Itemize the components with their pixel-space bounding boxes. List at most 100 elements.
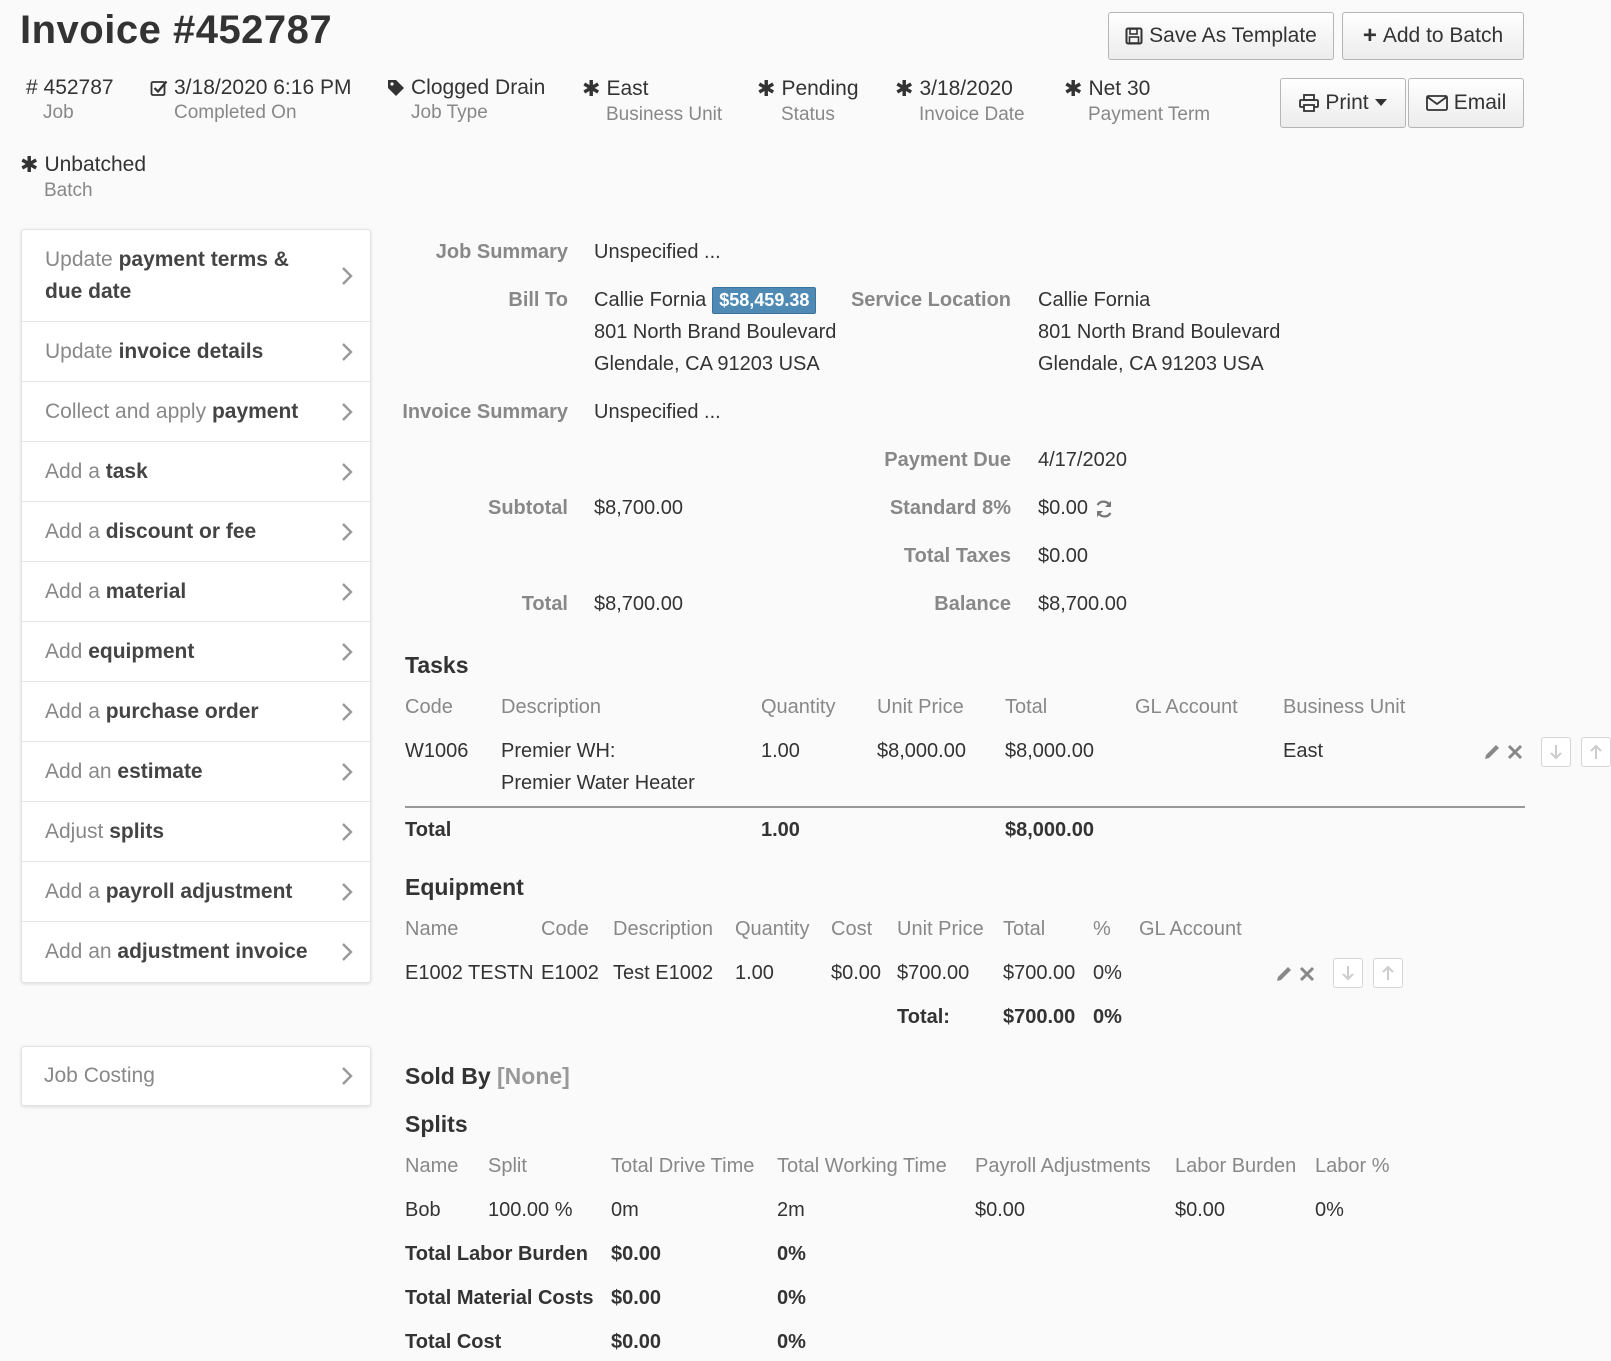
arrow-up-icon <box>1590 744 1602 759</box>
chevron-right-icon <box>342 943 353 961</box>
bill-to-name[interactable]: Callie Fornia <box>594 289 706 311</box>
asterisk-icon: ✱ <box>757 76 776 101</box>
bill-to-name-row: Callie Fornia $58,459.38 <box>594 287 817 314</box>
email-label: Email <box>1453 91 1507 114</box>
sidebar-item-label: Update payment terms & due date <box>45 247 289 303</box>
sidebar-item-adjustment-invoice[interactable]: Add an adjustment invoice <box>22 922 370 982</box>
asterisk-icon: ✱ <box>1064 76 1083 101</box>
sidebar-item-payment-terms[interactable]: Update payment terms & due date <box>22 230 370 322</box>
sidebar-item-payroll-adjustment[interactable]: Add a payroll adjustment <box>22 862 370 922</box>
equipment-code: E1002 <box>541 962 599 984</box>
meta-status[interactable]: ✱ Pending Status <box>757 76 859 126</box>
job-label: Job <box>43 102 74 123</box>
job-type-label: Job Type <box>411 102 488 123</box>
sold-by-value[interactable]: [None] <box>497 1063 570 1089</box>
invoice-date-value: 3/18/2020 <box>919 77 1013 100</box>
task-total: $8,000.00 <box>1005 740 1094 762</box>
chevron-right-icon <box>342 762 353 781</box>
refresh-icon[interactable] <box>1094 499 1114 519</box>
service-location-name[interactable]: Callie Fornia <box>1038 289 1150 312</box>
meta-business-unit[interactable]: ✱ East Business Unit <box>582 76 722 126</box>
arrow-up-icon <box>1382 965 1394 980</box>
invoice-date-label: Invoice Date <box>919 104 1025 125</box>
invoice-summary-value[interactable]: Unspecified ... <box>594 401 721 424</box>
equipment-name: E1002 TESTN <box>405 962 534 984</box>
splits-title: Splits <box>405 1111 468 1137</box>
sidebar-item-invoice-details[interactable]: Update invoice details <box>22 322 370 382</box>
total-labor-burden-amount: $0.00 <box>611 1243 662 1265</box>
business-unit-label: Business Unit <box>606 104 723 125</box>
tasks-col-gl-account: GL Account <box>1135 696 1238 718</box>
move-up-button[interactable] <box>1373 958 1403 988</box>
move-up-button[interactable] <box>1581 737 1611 767</box>
meta-completed: 3/18/2020 6:16 PM Completed On <box>150 76 351 124</box>
balance-value: $8,700.00 <box>1038 593 1127 615</box>
task-unit-price: $8,000.00 <box>877 740 966 762</box>
tasks-col-description: Description <box>501 696 602 718</box>
meta-invoice-date[interactable]: ✱ 3/18/2020 Invoice Date <box>895 76 1025 126</box>
batch-label: Batch <box>44 180 93 201</box>
service-location-line2: Glendale, CA 91203 USA <box>1038 353 1264 375</box>
sidebar-item-collect-payment[interactable]: Collect and apply payment <box>22 382 370 442</box>
splits-col-labor-burden: Labor Burden <box>1175 1155 1297 1177</box>
chevron-right-icon <box>342 266 353 285</box>
job-type-value: Clogged Drain <box>411 76 546 99</box>
sidebar-item-add-equipment[interactable]: Add equipment <box>22 622 370 682</box>
status-label: Status <box>781 104 835 125</box>
splits-col-name: Name <box>405 1155 459 1177</box>
tax-value-row: $0.00 <box>1038 497 1114 520</box>
equipment-description: Test E1002 <box>613 962 714 984</box>
sold-by-heading: Sold By [None] <box>405 1063 570 1090</box>
sidebar-item-label: Add a material <box>45 579 187 603</box>
equipment-col-percent: % <box>1093 918 1111 940</box>
meta-payment-term[interactable]: ✱ Net 30 Payment Term <box>1064 76 1210 126</box>
move-down-button[interactable] <box>1541 737 1571 767</box>
sidebar-item-add-purchase-order[interactable]: Add a purchase order <box>22 682 370 742</box>
equipment-title: Equipment <box>405 874 524 900</box>
tasks-col-quantity: Quantity <box>761 696 836 718</box>
payment-due-label: Payment Due <box>884 449 1011 471</box>
sidebar-item-add-estimate[interactable]: Add an estimate <box>22 742 370 802</box>
pencil-icon[interactable] <box>1483 743 1501 761</box>
sidebar-item-add-discount[interactable]: Add a discount or fee <box>22 502 370 562</box>
meta-job: # 452787 Job <box>26 76 114 124</box>
split-name: Bob <box>405 1199 441 1221</box>
equipment-total-percent: 0% <box>1093 1006 1122 1028</box>
arrow-down-icon <box>1550 745 1562 760</box>
meta-batch[interactable]: ✱ Unbatched Batch <box>20 152 146 202</box>
tag-icon <box>388 80 404 96</box>
print-button[interactable]: Print <box>1280 78 1406 128</box>
job-costing-panel[interactable]: Job Costing <box>21 1046 371 1106</box>
asterisk-icon: ✱ <box>20 152 39 177</box>
sidebar-item-adjust-splits[interactable]: Adjust splits <box>22 802 370 862</box>
total-material-costs-amount: $0.00 <box>611 1287 662 1309</box>
split-drive-time: 0m <box>611 1199 639 1221</box>
email-button[interactable]: Email <box>1408 78 1524 128</box>
job-summary-value[interactable]: Unspecified ... <box>594 241 721 264</box>
sidebar-item-add-material[interactable]: Add a material <box>22 562 370 622</box>
page-title: Invoice #452787 <box>20 8 333 52</box>
plus-icon: + <box>1362 22 1377 49</box>
task-code: W1006 <box>405 740 469 762</box>
status-value: Pending <box>781 77 859 100</box>
save-as-template-button[interactable]: Save As Template <box>1108 12 1334 60</box>
equipment-quantity: 1.00 <box>735 962 774 984</box>
add-to-batch-button[interactable]: + Add to Batch <box>1342 12 1524 60</box>
sidebar-item-add-task[interactable]: Add a task <box>22 442 370 502</box>
payment-due-value: 4/17/2020 <box>1038 449 1127 471</box>
pencil-icon[interactable] <box>1275 965 1293 983</box>
sidebar-item-label: Update invoice details <box>45 339 264 363</box>
delete-x-icon[interactable] <box>1507 744 1523 760</box>
equipment-col-code: Code <box>541 918 589 940</box>
floppy-disk-icon <box>1125 27 1143 45</box>
tasks-col-code: Code <box>405 696 453 718</box>
equipment-col-cost: Cost <box>831 918 873 940</box>
bill-to-address-line1: 801 North Brand Boulevard <box>594 321 837 343</box>
move-down-button[interactable] <box>1333 958 1363 988</box>
tasks-col-total: Total <box>1005 696 1048 718</box>
task-description-line2: Premier Water Heater <box>501 772 695 794</box>
splits-col-payroll-adjustments: Payroll Adjustments <box>975 1155 1151 1177</box>
delete-x-icon[interactable] <box>1299 966 1315 982</box>
equipment-percent: 0% <box>1093 962 1122 984</box>
total-material-costs-label: Total Material Costs <box>405 1287 594 1309</box>
